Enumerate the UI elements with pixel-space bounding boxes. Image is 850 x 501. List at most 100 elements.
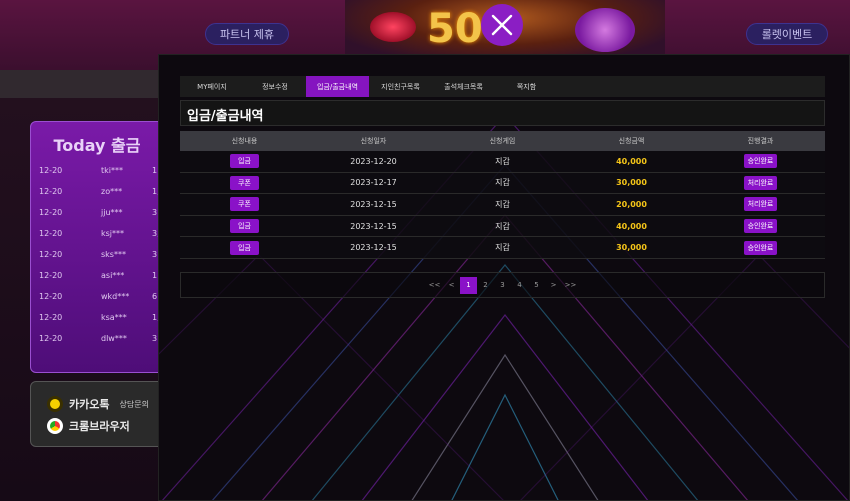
today-user: jju*** — [101, 208, 123, 217]
chrome-link[interactable]: 크롬브라우저 — [47, 418, 130, 434]
close-icon — [491, 14, 513, 36]
tab-attendance[interactable]: 출석체크목록 — [432, 76, 495, 97]
page-first[interactable]: << — [426, 277, 443, 294]
today-row: 12-20 wkd*** 6 — [39, 292, 163, 304]
modal: MY페이지 정보수정 입금/출금내역 지인친구목록 출석체크목록 쪽지함 입금/… — [158, 54, 850, 501]
table-row: 입금 2023-12-20 지갑 40,000 승인완료 — [180, 151, 825, 173]
today-amount: 3 — [152, 208, 158, 217]
cell-game: 지갑 — [495, 156, 510, 166]
status-badge: 승인완료 — [743, 154, 778, 169]
page-prev[interactable]: < — [443, 277, 460, 294]
today-user: ksj*** — [101, 229, 125, 238]
partner-button[interactable]: 파트너 제휴 — [205, 23, 289, 45]
table-header: 신청내용 신청일자 신청게임 신청금액 진행결과 — [180, 131, 825, 151]
today-amount: 1 — [152, 271, 158, 280]
today-row: 12-20 dlw*** 3 — [39, 334, 163, 346]
today-row: 12-20ksj***3,0 — [39, 229, 165, 241]
cell-amount: 20,000 — [616, 199, 647, 209]
tab-messages[interactable]: 쪽지함 — [495, 76, 558, 97]
status-badge: 처리완료 — [743, 175, 778, 190]
cell-date: 2023-12-15 — [350, 199, 397, 209]
kakao-sub: 상담문의 — [119, 399, 149, 409]
chrome-label: 크롬브라우저 — [69, 420, 130, 433]
today-date: 12-20 — [39, 187, 63, 196]
cell-date: 2023-12-15 — [350, 243, 397, 253]
today-date: 12-20 — [39, 271, 63, 280]
today-date: 12-20 — [39, 313, 63, 322]
today-user: dlw*** — [101, 334, 127, 343]
section-header: 입금/출금내역 — [180, 100, 825, 126]
tab-bar: MY페이지 정보수정 입금/출금내역 지인친구목록 출석체크목록 쪽지함 — [180, 76, 825, 97]
page-1[interactable]: 1 — [460, 276, 477, 294]
type-badge: 입금 — [230, 240, 259, 255]
today-date: 12-20 — [39, 334, 63, 343]
cell-type: 입금 — [180, 151, 309, 172]
cell-date: 2023-12-15 — [350, 221, 397, 231]
banner-big-text: 50 — [427, 6, 483, 52]
today-date: 12-20 — [39, 229, 63, 238]
tab-mypage[interactable]: MY페이지 — [180, 76, 244, 97]
today-date: 12-20 — [39, 292, 63, 301]
page-last[interactable]: >> — [562, 277, 579, 294]
cell-date: 2023-12-17 — [350, 178, 397, 188]
page-5[interactable]: 5 — [528, 277, 545, 294]
cell-game: 지갑 — [495, 243, 510, 253]
cell-amount: 30,000 — [616, 243, 647, 253]
today-date: 12-20 — [39, 208, 63, 217]
today-title: Today 출금 — [53, 136, 141, 155]
today-date: 12-20 — [39, 250, 63, 259]
today-date: 12-20 — [39, 166, 63, 175]
today-row: 12-20ksa***1,0 — [39, 313, 165, 325]
cell-type: 입금 — [180, 216, 309, 237]
cell-game: 지갑 — [495, 178, 510, 188]
cell-type: 쿠폰 — [180, 194, 309, 215]
today-amount: 3 — [152, 250, 158, 259]
kakao-icon — [47, 396, 63, 412]
type-badge: 쿠폰 — [230, 175, 259, 190]
table-row: 쿠폰 2023-12-17 지갑 30,000 처리완료 — [180, 172, 825, 195]
tab-friend-list[interactable]: 지인친구목록 — [369, 76, 432, 97]
col-type: 신청내용 — [231, 137, 258, 145]
history-table: 신청내용 신청일자 신청게임 신청금액 진행결과 입금 2023-12-20 지갑 4… — [180, 131, 825, 259]
contact-panel: 카카오톡 상담문의 크롬브라우저 — [30, 381, 164, 447]
roulette-event-button[interactable]: 롤렛이벤트 — [746, 23, 828, 45]
status-badge: 승인완료 — [743, 240, 778, 255]
page-2[interactable]: 2 — [477, 277, 494, 294]
cell-amount: 40,000 — [616, 221, 647, 231]
today-user: asi*** — [101, 271, 125, 280]
kakao-link[interactable]: 카카오톡 상담문의 — [47, 396, 149, 412]
table-row: 입금 2023-12-15 지갑 40,000 승인완료 — [180, 215, 825, 238]
tab-profile-edit[interactable]: 정보수정 — [244, 76, 306, 97]
today-amount: 1 — [152, 166, 158, 175]
cell-status: 처리완료 — [696, 173, 825, 194]
today-amount: 6 — [152, 292, 158, 301]
col-status: 진행결과 — [747, 137, 774, 145]
today-row: 12-20 jju*** 3 — [39, 208, 163, 220]
page-4[interactable]: 4 — [511, 277, 528, 294]
type-badge: 쿠폰 — [230, 197, 259, 212]
table-row: 입금 2023-12-15 지갑 30,000 승인완료 — [180, 237, 825, 259]
status-badge: 처리완료 — [743, 197, 778, 212]
close-button[interactable] — [481, 4, 523, 46]
page-next[interactable]: > — [545, 277, 562, 294]
table-row: 쿠폰 2023-12-15 지갑 20,000 처리완료 — [180, 194, 825, 216]
col-amount: 신청금액 — [618, 137, 645, 145]
cell-status: 처리완료 — [696, 194, 825, 215]
page-3[interactable]: 3 — [494, 277, 511, 294]
today-user: ksa*** — [101, 313, 127, 322]
cell-date: 2023-12-20 — [350, 156, 397, 166]
cell-status: 승인완료 — [696, 216, 825, 237]
today-user: wkd*** — [101, 292, 130, 301]
status-badge: 승인완료 — [743, 219, 778, 234]
tab-deposit-withdrawal[interactable]: 입금/출금내역 — [306, 76, 369, 97]
today-user: zo*** — [101, 187, 123, 196]
section-title: 입금/출금내역 — [187, 109, 264, 124]
pagination: << < 1 2 3 4 5 > >> — [180, 272, 825, 298]
today-user: sks*** — [101, 250, 126, 259]
page: 파트너 제휴 롤렛이벤트 50 Today 출금 12-20 tki*** 1 12-… — [0, 0, 850, 501]
kakao-label: 카카오톡 — [69, 398, 110, 411]
cell-game: 지갑 — [495, 199, 510, 209]
lips-icon — [370, 12, 416, 42]
today-row: 12-20 sks*** 3 — [39, 250, 163, 262]
cell-type: 입금 — [180, 237, 309, 258]
